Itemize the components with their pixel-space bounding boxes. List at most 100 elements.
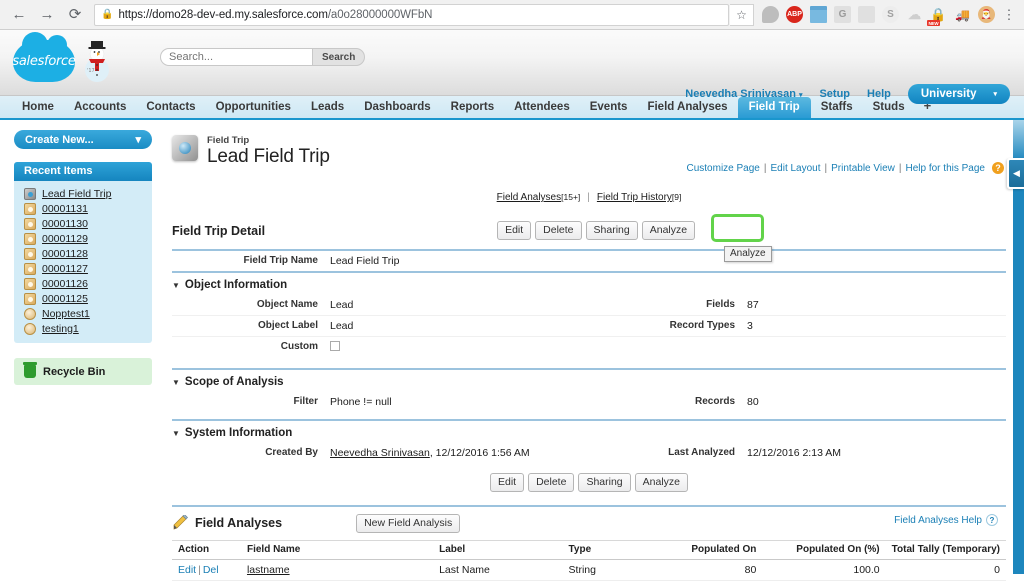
- balloon-extension-icon[interactable]: [762, 6, 779, 23]
- search-input[interactable]: [160, 48, 312, 66]
- recent-item-label[interactable]: Nopptest1: [42, 308, 90, 320]
- column-label[interactable]: Label: [433, 540, 563, 561]
- help-link[interactable]: Help: [867, 88, 891, 100]
- object-information-header[interactable]: ▼ Object Information: [172, 273, 1006, 295]
- sharing-button-bottom[interactable]: Sharing: [578, 473, 631, 493]
- list-item[interactable]: 00001126: [14, 276, 152, 291]
- custom-checkbox: [330, 341, 340, 352]
- printable-view-link[interactable]: Printable View: [831, 163, 895, 174]
- delete-button-bottom[interactable]: Delete: [528, 473, 575, 493]
- recent-item-label[interactable]: testing1: [42, 323, 79, 335]
- tab-attendees[interactable]: Attendees: [504, 97, 580, 118]
- sharing-button[interactable]: Sharing: [585, 221, 638, 241]
- tab-accounts[interactable]: Accounts: [64, 97, 136, 118]
- grammarly-extension-icon[interactable]: G: [834, 6, 851, 23]
- address-bar[interactable]: 🔒 https://domo28-dev-ed.my.salesforce.co…: [94, 3, 729, 26]
- santa-extension-icon[interactable]: 🎅: [978, 6, 995, 23]
- list-item[interactable]: 00001128: [14, 246, 152, 261]
- row-edit-link[interactable]: Edit: [178, 564, 196, 576]
- object-information-section: ▼ Object Information Object Name Lead Fie…: [172, 271, 1006, 368]
- recent-item-label[interactable]: 00001126: [42, 278, 88, 290]
- bookmark-star-icon[interactable]: ☆: [730, 3, 754, 26]
- calendar-extension-icon[interactable]: [810, 6, 827, 23]
- column-field-name[interactable]: Field Name: [240, 540, 434, 561]
- jump-field-trip-history[interactable]: Field Trip History: [597, 192, 672, 203]
- column-total-tally[interactable]: Total Tally (Temporary): [885, 540, 1006, 561]
- list-item[interactable]: Nopptest1: [14, 306, 152, 321]
- recent-item-label[interactable]: 00001127: [42, 263, 88, 275]
- list-item[interactable]: Lead Field Trip: [14, 186, 152, 201]
- table-row: Filter Phone != null Records 80: [172, 392, 1006, 412]
- field-trip-name-row: Field Trip Name Lead Field Trip: [172, 251, 1006, 271]
- list-item[interactable]: 00001127: [14, 261, 152, 276]
- edit-button[interactable]: Edit: [497, 221, 532, 241]
- help-icon[interactable]: ?: [992, 162, 1004, 174]
- forward-button[interactable]: →: [34, 3, 60, 27]
- tab-opportunities[interactable]: Opportunities: [206, 97, 301, 118]
- collapse-triangle-icon[interactable]: ▼: [172, 281, 180, 290]
- new-extension-icon[interactable]: 🔒 NEW: [927, 6, 947, 26]
- tab-events[interactable]: Events: [580, 97, 638, 118]
- recent-item-label[interactable]: Lead Field Trip: [42, 188, 111, 200]
- tape-icon: [24, 277, 36, 290]
- recent-item-label[interactable]: 00001128: [42, 248, 88, 260]
- records-value: 80: [747, 396, 759, 409]
- tab-contacts[interactable]: Contacts: [136, 97, 205, 118]
- tab-leads[interactable]: Leads: [301, 97, 354, 118]
- list-item[interactable]: 00001131: [14, 201, 152, 216]
- analyze-button[interactable]: Analyze: [641, 221, 696, 241]
- browser-menu-icon[interactable]: ⋮: [1002, 7, 1016, 23]
- collapse-sidebar-button[interactable]: ◀: [1007, 158, 1024, 189]
- recent-item-label[interactable]: 00001130: [42, 218, 88, 230]
- column-populated-on-pct[interactable]: Populated On (%): [762, 540, 886, 561]
- collapse-triangle-icon[interactable]: ▼: [172, 429, 180, 438]
- customize-page-link[interactable]: Customize Page: [687, 163, 760, 174]
- list-item[interactable]: 00001129: [14, 231, 152, 246]
- user-menu[interactable]: Neevedha Srinivasan ▾: [685, 88, 802, 100]
- cloud-extension-icon[interactable]: ☁: [906, 6, 923, 23]
- recycle-bin-link[interactable]: Recycle Bin: [14, 358, 152, 385]
- analyze-button-bottom[interactable]: Analyze: [634, 473, 688, 493]
- delete-button[interactable]: Delete: [535, 221, 582, 241]
- pocket-extension-icon[interactable]: [858, 6, 875, 23]
- cell-populated-on: 80: [654, 559, 763, 582]
- help-icon[interactable]: ?: [986, 514, 998, 527]
- system-information-header[interactable]: ▼ System Information: [172, 421, 1006, 443]
- tab-dashboards[interactable]: Dashboards: [354, 97, 440, 118]
- adblock-plus-icon[interactable]: ABP: [786, 6, 803, 23]
- help-for-this-page-link[interactable]: Help for this Page: [906, 163, 986, 174]
- collapse-triangle-icon[interactable]: ▼: [172, 378, 180, 387]
- recent-item-label[interactable]: 00001129: [42, 233, 88, 245]
- new-field-analysis-button[interactable]: New Field Analysis: [356, 514, 461, 534]
- app-menu-button[interactable]: University ▾: [907, 84, 1010, 104]
- create-new-button[interactable]: Create New... ▾: [14, 130, 152, 149]
- search-button[interactable]: Search: [312, 48, 366, 66]
- column-populated-on[interactable]: Populated On: [654, 540, 763, 561]
- list-item[interactable]: 00001125: [14, 291, 152, 306]
- created-by-user-link[interactable]: Neevedha Srinivasan: [330, 447, 430, 459]
- reload-button[interactable]: ⟳: [62, 3, 88, 27]
- list-item[interactable]: testing1: [14, 321, 152, 336]
- jump-field-analyses[interactable]: Field Analyses: [497, 192, 561, 203]
- field-analyses-help[interactable]: Field Analyses Help ?: [894, 514, 998, 527]
- tab-reports[interactable]: Reports: [441, 97, 504, 118]
- skype-extension-icon[interactable]: S: [882, 6, 899, 23]
- cart-extension-icon[interactable]: 🚚: [954, 6, 971, 23]
- last-analyzed-value: 12/12/2016 2:13 AM: [747, 447, 841, 460]
- field-name-link[interactable]: lastname: [247, 564, 290, 576]
- tab-home[interactable]: Home: [12, 97, 64, 118]
- recent-item-label[interactable]: 00001125: [42, 293, 88, 305]
- column-type[interactable]: Type: [562, 540, 655, 561]
- edit-layout-link[interactable]: Edit Layout: [770, 163, 820, 174]
- system-information-button-row: Edit Delete Sharing Analyze: [172, 473, 1006, 493]
- recent-item-label[interactable]: 00001131: [42, 203, 88, 215]
- back-button[interactable]: ←: [6, 3, 32, 27]
- salesforce-logo[interactable]: salesforce: [12, 32, 76, 82]
- row-delete-link[interactable]: Del: [203, 564, 219, 576]
- custom-label: Custom: [280, 341, 318, 353]
- edit-button-bottom[interactable]: Edit: [489, 473, 525, 493]
- create-new-label: Create New...: [25, 133, 94, 146]
- list-item[interactable]: 00001130: [14, 216, 152, 231]
- setup-link[interactable]: Setup: [819, 88, 850, 100]
- scope-of-analysis-header[interactable]: ▼ Scope of Analysis: [172, 370, 1006, 392]
